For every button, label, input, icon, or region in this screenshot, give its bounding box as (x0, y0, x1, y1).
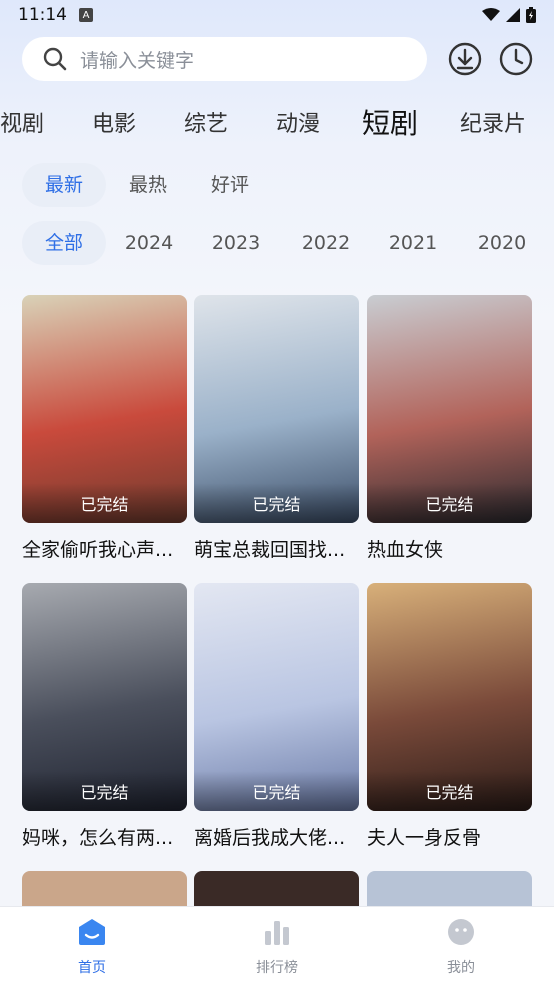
poster[interactable]: 已完结 (22, 583, 187, 811)
home-icon (79, 919, 105, 945)
card-title[interactable]: 萌宝总裁回国找... (194, 535, 359, 562)
year-2022[interactable]: 2022 (284, 221, 368, 265)
status-badge: 已完结 (80, 495, 129, 514)
year-2024[interactable]: 2024 (107, 221, 191, 265)
history-icon[interactable] (498, 41, 534, 77)
nav-ranking-label: 排行榜 (256, 960, 298, 976)
year-all[interactable]: 全部 (22, 221, 106, 265)
drama-card[interactable]: 已完结 全家偷听我心声... (22, 295, 187, 562)
search-input[interactable]: 请输入关键字 (22, 37, 427, 81)
year-filter-row: 全部 2024 2023 2022 2021 2020 (22, 221, 542, 265)
poster[interactable]: 已完结 (22, 295, 187, 523)
search-row: 请输入关键字 (22, 37, 542, 81)
tab-anime[interactable]: 动漫 (276, 106, 320, 138)
status-badge: 已完结 (425, 783, 474, 802)
card-title[interactable]: 全家偷听我心声... (22, 535, 187, 562)
search-icon (43, 47, 67, 71)
tab-short-drama[interactable]: 短剧 (362, 102, 418, 142)
wifi-icon (482, 8, 500, 21)
drama-card[interactable]: 已完结 妈咪，怎么有两... (22, 583, 187, 850)
status-badge: 已完结 (425, 495, 474, 514)
status-badge: 已完结 (80, 783, 129, 802)
year-2020[interactable]: 2020 (460, 221, 544, 265)
drama-card[interactable]: 已完结 离婚后我成大佬... (194, 583, 359, 850)
drama-card[interactable]: 已完结 萌宝总裁回国找... (194, 295, 359, 562)
profile-icon (448, 919, 474, 945)
tab-movie[interactable]: 电影 (92, 106, 136, 138)
poster[interactable]: 已完结 (194, 295, 359, 523)
signal-icon (506, 8, 520, 22)
drama-card[interactable]: 已完结 热血女侠 (367, 295, 532, 562)
nav-profile[interactable]: 我的 (411, 917, 511, 977)
year-2021[interactable]: 2021 (371, 221, 455, 265)
card-title[interactable]: 热血女侠 (367, 535, 532, 562)
poster-partial[interactable] (194, 871, 359, 911)
search-placeholder: 请输入关键字 (80, 49, 195, 72)
ranking-icon (265, 921, 289, 945)
card-title[interactable]: 妈咪，怎么有两... (22, 823, 187, 850)
nav-ranking[interactable]: 排行榜 (227, 917, 327, 977)
poster-partial[interactable] (22, 871, 187, 911)
sort-newest[interactable]: 最新 (22, 163, 106, 207)
nav-profile-label: 我的 (447, 960, 475, 976)
status-time: 11:14 (18, 5, 67, 25)
battery-icon (526, 7, 536, 23)
status-a-icon: A (79, 8, 93, 22)
card-title[interactable]: 夫人一身反骨 (367, 823, 532, 850)
tab-tv[interactable]: 视剧 (0, 106, 44, 138)
drama-card[interactable]: 已完结 夫人一身反骨 (367, 583, 532, 850)
poster-partial[interactable] (367, 871, 532, 911)
poster[interactable]: 已完结 (194, 583, 359, 811)
tab-documentary[interactable]: 纪录片 (460, 106, 526, 138)
sort-hottest[interactable]: 最热 (106, 163, 190, 207)
category-tabs: 视剧 电影 综艺 动漫 短剧 纪录片 (0, 100, 554, 146)
bottom-nav: 首页 排行榜 我的 (0, 906, 554, 984)
status-bar: 11:14 A (0, 0, 554, 30)
poster[interactable]: 已完结 (367, 295, 532, 523)
sort-top-rated[interactable]: 好评 (188, 163, 272, 207)
download-icon[interactable] (447, 41, 483, 77)
year-2023[interactable]: 2023 (194, 221, 278, 265)
poster[interactable]: 已完结 (367, 583, 532, 811)
sort-filter-row: 最新 最热 好评 (22, 163, 542, 207)
nav-home-label: 首页 (78, 960, 106, 976)
tab-variety[interactable]: 综艺 (184, 106, 228, 138)
nav-home[interactable]: 首页 (42, 917, 142, 977)
card-title[interactable]: 离婚后我成大佬... (194, 823, 359, 850)
status-badge: 已完结 (252, 783, 301, 802)
status-badge: 已完结 (252, 495, 301, 514)
